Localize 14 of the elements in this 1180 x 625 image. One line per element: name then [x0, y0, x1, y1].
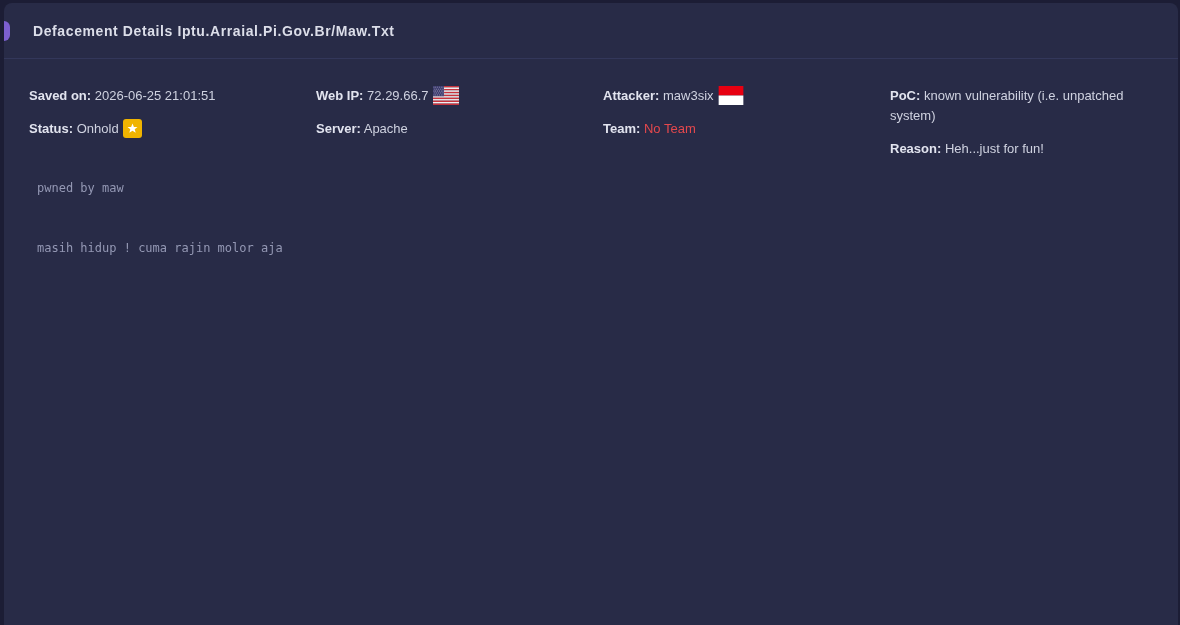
card-title: Defacement Details Iptu.Arraial.Pi.Gov.Br/Maw.Txt: [33, 22, 395, 39]
accent-marker-icon: [4, 20, 10, 41]
field-text: Saved on: 2026-06-25 21:01:51: [29, 88, 216, 103]
message-line: masih hidup ! cuma rajin molor aja: [37, 240, 283, 257]
field-text: Server: Apache: [316, 121, 408, 136]
field-text: Attacker: maw3six: [603, 88, 714, 103]
us-flag-icon: [433, 85, 460, 105]
field-text: Reason: Heh...just for fun!: [890, 141, 1044, 156]
message-line: pwned by maw: [37, 180, 124, 197]
field-text: Team: No Team: [603, 121, 696, 136]
flag-icon: [718, 85, 745, 105]
field-text: PoC: known vulnerability (i.e. unpatched system): [890, 88, 1124, 123]
field-text: Web IP: 72.29.66.7: [316, 88, 429, 103]
field-text: Status: Onhold: [29, 121, 119, 136]
